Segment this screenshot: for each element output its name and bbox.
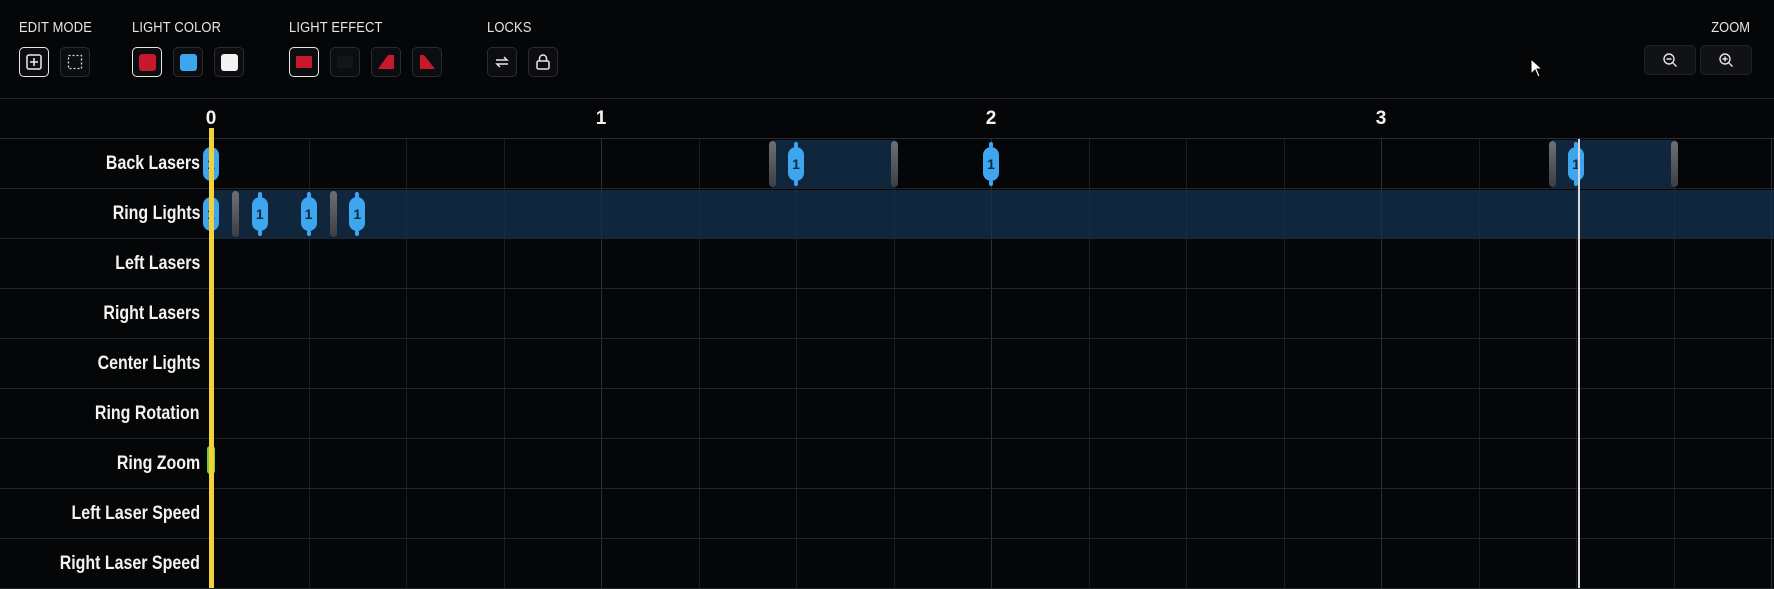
beat-ruler[interactable]: 0 1 2 3 [0,98,1774,139]
track-label: Left Laser Speed [71,503,200,524]
span-handle[interactable] [329,191,337,237]
mouse-pointer-icon [1530,58,1544,78]
track-label: Ring Lights [112,203,200,224]
beat-label-1: 1 [595,108,607,129]
zoom-out-button[interactable] [1644,45,1696,75]
track-row[interactable]: Ring Rotation [0,389,1774,439]
event-span[interactable] [211,190,1774,238]
edit-mode-add-button[interactable] [19,47,49,77]
edit-mode-select-button[interactable] [60,47,90,77]
track-row[interactable]: Left Laser Speed [0,489,1774,539]
track-row[interactable]: Right Laser Speed [0,539,1774,589]
track-label: Ring Zoom [116,453,200,474]
effect-fade-button[interactable] [412,47,442,77]
span-handle[interactable] [1548,141,1556,187]
light-event-marker[interactable]: 1 [251,192,268,236]
effect-off-button[interactable] [330,47,360,77]
track-label: Back Lasers [105,153,200,174]
color-white-button[interactable] [214,47,244,77]
beat-label-3: 3 [1375,108,1387,129]
effect-flash-button[interactable] [371,47,401,77]
track-row[interactable]: Left Lasers [0,239,1774,289]
dashed-select-icon [67,54,83,70]
loop-icon [495,56,509,68]
light-event-marker[interactable]: 1 [349,192,366,236]
locks-title: LOCKS [487,19,532,36]
effect-on-icon [296,56,312,68]
plus-square-icon [26,54,42,70]
lock-toggle-button[interactable] [528,47,558,77]
light-effect-title: LIGHT EFFECT [289,19,383,36]
zoom-in-button[interactable] [1700,45,1752,75]
light-event-marker[interactable]: 1 [788,142,804,186]
effect-flash-icon [378,55,394,69]
zoom-out-icon [1663,53,1677,67]
toolbar: EDIT MODE LIGHT COLOR LIGHT EFFECT LOCKS… [0,0,1774,98]
effect-fade-icon [420,55,435,69]
loop-toggle-button[interactable] [487,47,517,77]
track-label: Left Lasers [114,253,200,274]
color-red-button[interactable] [132,47,162,77]
track-label: Center Lights [97,353,200,374]
effect-on-button[interactable] [289,47,319,77]
playhead[interactable] [209,128,214,588]
track-label: Right Laser Speed [59,553,200,574]
track-row[interactable]: Center Lights [0,339,1774,389]
span-handle[interactable] [890,141,898,187]
light-event-marker[interactable]: 1 [983,142,999,186]
white-swatch [220,53,238,71]
edit-mode-title: EDIT MODE [19,19,92,36]
light-color-title: LIGHT COLOR [132,19,222,36]
lock-icon [536,54,550,70]
span-handle[interactable] [1670,141,1678,187]
effect-off-icon [337,56,353,68]
light-effect-group: LIGHT EFFECT [289,18,442,77]
color-blue-button[interactable] [173,47,203,77]
span-handle[interactable] [232,191,240,237]
beat-label-2: 2 [985,108,997,129]
zoom-in-icon [1719,53,1733,67]
locks-group: LOCKS [487,18,558,77]
beat-label-0: 0 [205,108,217,129]
hover-cursor-line [1578,139,1580,588]
timeline[interactable]: 0 1 2 3 Back Lasers Ring Lights Left Lasers Ri… [0,98,1774,589]
light-color-group: LIGHT COLOR [132,18,244,77]
light-event-marker[interactable]: 1 [1568,142,1584,186]
track-label: Right Lasers [103,303,200,324]
zoom-title: ZOOM [1711,19,1750,36]
edit-mode-group: EDIT MODE [19,18,104,77]
blue-swatch [179,53,197,71]
track-label: Ring Rotation [95,403,200,424]
zoom-controls [1644,45,1752,75]
span-handle[interactable] [768,141,776,187]
track-row[interactable]: Right Lasers [0,289,1774,339]
red-swatch [138,53,156,71]
light-event-marker[interactable]: 1 [300,192,317,236]
track-row[interactable]: Ring Zoom [0,439,1774,489]
